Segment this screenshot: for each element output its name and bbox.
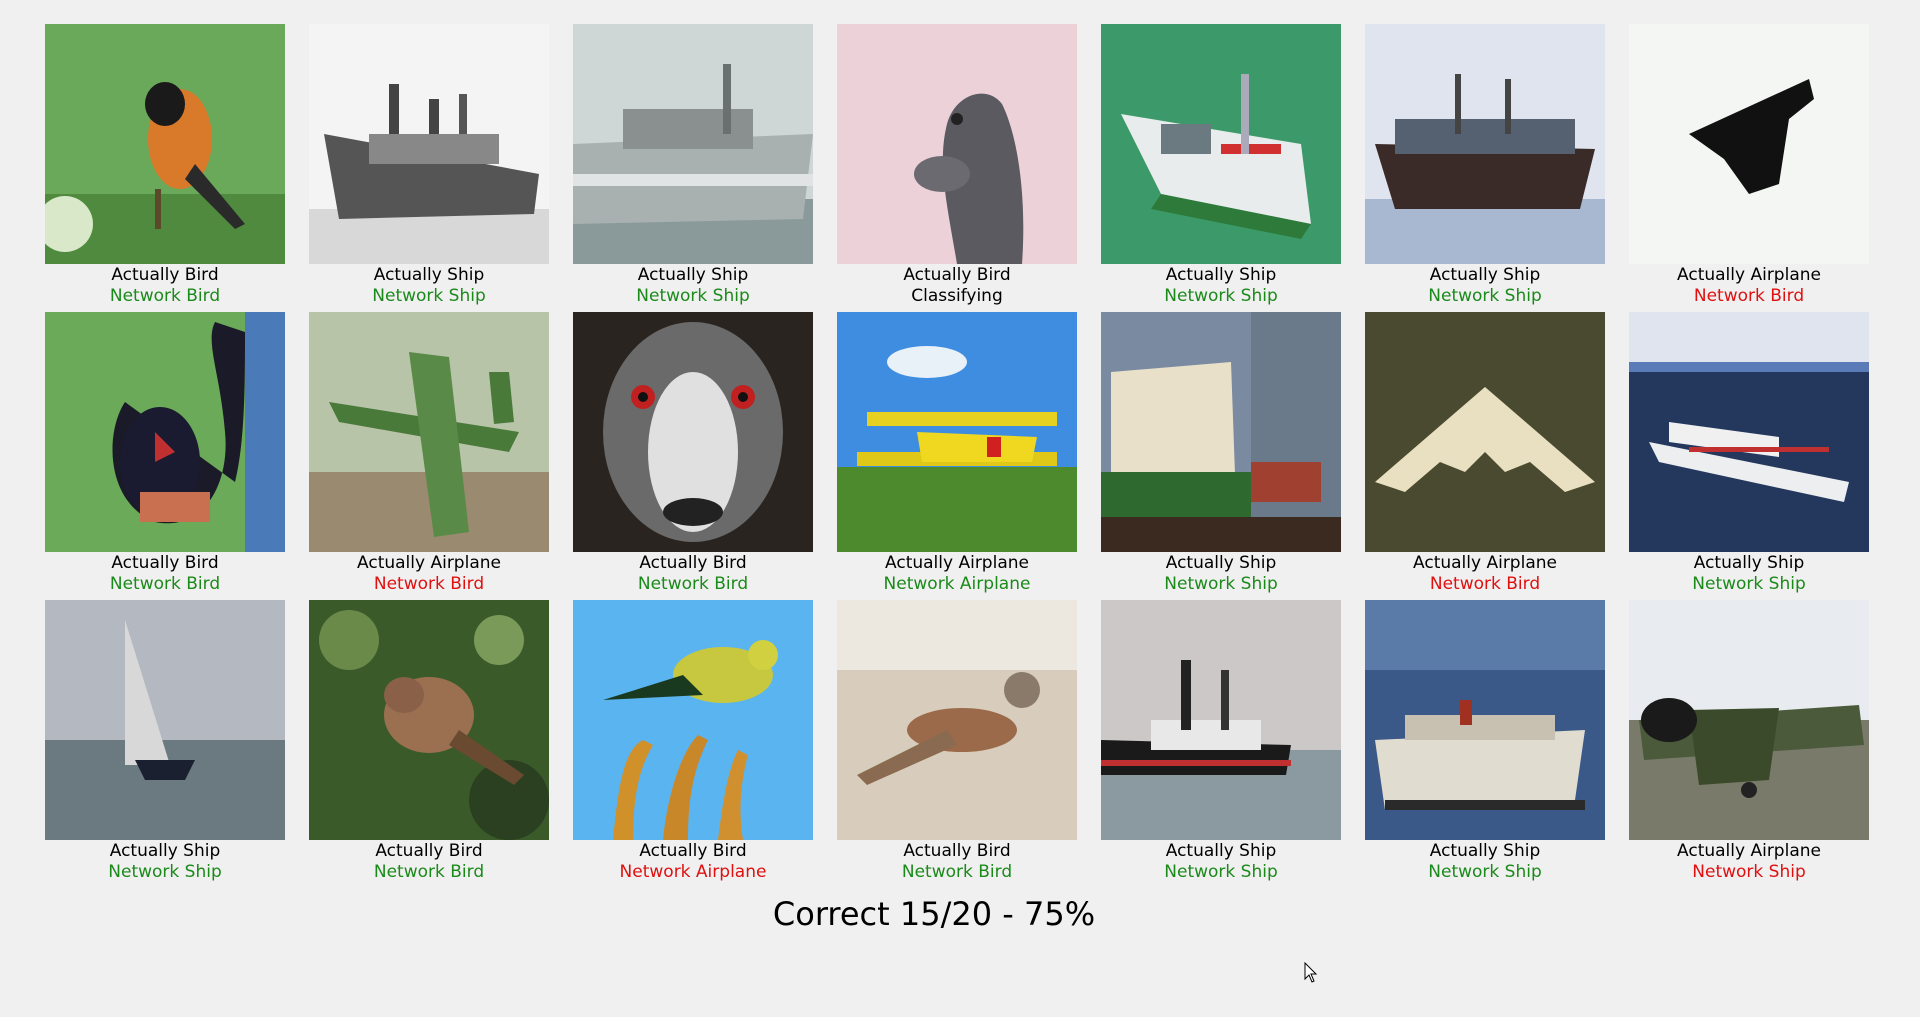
- actual-label: Actually Ship: [1429, 265, 1541, 285]
- actual-label: Actually Airplane: [1413, 553, 1557, 573]
- actual-label: Actually Bird: [903, 841, 1011, 861]
- network-prediction-label: Network Ship: [636, 286, 750, 306]
- result-card: Actually Bird Classifying: [837, 24, 1077, 312]
- actual-label: Actually Airplane: [357, 553, 501, 573]
- sample-image: [1365, 24, 1605, 264]
- actual-label: Actually Airplane: [885, 553, 1029, 573]
- mouse-pointer-icon: [1304, 962, 1318, 983]
- network-prediction-label: Network Ship: [1164, 862, 1278, 882]
- sample-image: [1629, 24, 1869, 264]
- sample-image: [1365, 600, 1605, 840]
- sample-image: [837, 24, 1077, 264]
- network-prediction-label: Network Ship: [1692, 862, 1806, 882]
- network-prediction-label: Network Bird: [901, 862, 1013, 882]
- network-prediction-label: Network Bird: [373, 574, 485, 594]
- sample-image: [45, 312, 285, 552]
- sample-image: [573, 24, 813, 264]
- network-prediction-label: Network Ship: [1428, 286, 1542, 306]
- result-card: Actually Ship Network Ship: [45, 600, 285, 888]
- results-grid: Actually Bird Network Bird Actually Ship N…: [45, 24, 1869, 888]
- actual-label: Actually Ship: [1693, 553, 1805, 573]
- result-card: Actually Airplane Network Bird: [1629, 24, 1869, 312]
- actual-label: Actually Bird: [639, 841, 747, 861]
- network-prediction-label: Network Ship: [372, 286, 486, 306]
- result-card: Actually Ship Network Ship: [309, 24, 549, 312]
- network-prediction-label: Network Bird: [1693, 286, 1805, 306]
- result-card: Actually Ship Network Ship: [1101, 600, 1341, 888]
- actual-label: Actually Bird: [903, 265, 1011, 285]
- result-card: Actually Airplane Network Bird: [309, 312, 549, 600]
- network-prediction-label: Network Ship: [1164, 286, 1278, 306]
- sample-image: [309, 600, 549, 840]
- result-card: Actually Ship Network Ship: [573, 24, 813, 312]
- network-prediction-label: Network Bird: [109, 286, 221, 306]
- result-card: Actually Bird Network Bird: [309, 600, 549, 888]
- actual-label: Actually Ship: [373, 265, 485, 285]
- actual-label: Actually Ship: [1165, 553, 1277, 573]
- result-card: Actually Ship Network Ship: [1101, 312, 1341, 600]
- result-card: Actually Airplane Network Bird: [1365, 312, 1605, 600]
- network-prediction-label: Network Bird: [109, 574, 221, 594]
- network-prediction-label: Network Ship: [1692, 574, 1806, 594]
- sample-image: [573, 312, 813, 552]
- sample-image: [837, 312, 1077, 552]
- actual-label: Actually Ship: [1165, 265, 1277, 285]
- actual-label: Actually Ship: [109, 841, 221, 861]
- network-prediction-label: Network Ship: [108, 862, 222, 882]
- sample-image: [45, 600, 285, 840]
- network-prediction-label: Network Bird: [637, 574, 749, 594]
- actual-label: Actually Bird: [375, 841, 483, 861]
- network-prediction-label: Network Ship: [1164, 574, 1278, 594]
- sample-image: [1629, 600, 1869, 840]
- sample-image: [1101, 24, 1341, 264]
- result-card: Actually Airplane Network Airplane: [837, 312, 1077, 600]
- network-prediction-label: Classifying: [911, 286, 1003, 306]
- sample-image: [1629, 312, 1869, 552]
- actual-label: Actually Airplane: [1677, 841, 1821, 861]
- result-card: Actually Bird Network Bird: [45, 24, 285, 312]
- sample-image: [837, 600, 1077, 840]
- actual-label: Actually Bird: [111, 553, 219, 573]
- actual-label: Actually Bird: [111, 265, 219, 285]
- network-prediction-label: Network Airplane: [619, 862, 767, 882]
- result-card: Actually Bird Network Bird: [45, 312, 285, 600]
- network-prediction-label: Network Bird: [1429, 574, 1541, 594]
- actual-label: Actually Ship: [637, 265, 749, 285]
- sample-image: [573, 600, 813, 840]
- network-prediction-label: Network Ship: [1428, 862, 1542, 882]
- network-prediction-label: Network Airplane: [883, 574, 1031, 594]
- result-card: Actually Ship Network Ship: [1101, 24, 1341, 312]
- result-card: Actually Bird Network Airplane: [573, 600, 813, 888]
- sample-image: [309, 312, 549, 552]
- result-card: Actually Ship Network Ship: [1365, 600, 1605, 888]
- sample-image: [1101, 600, 1341, 840]
- result-card: Actually Airplane Network Ship: [1629, 600, 1869, 888]
- actual-label: Actually Ship: [1165, 841, 1277, 861]
- actual-label: Actually Airplane: [1677, 265, 1821, 285]
- sample-image: [1365, 312, 1605, 552]
- sample-image: [309, 24, 549, 264]
- actual-label: Actually Bird: [639, 553, 747, 573]
- sample-image: [45, 24, 285, 264]
- network-prediction-label: Network Bird: [373, 862, 485, 882]
- result-card: Actually Ship Network Ship: [1629, 312, 1869, 600]
- actual-label: Actually Ship: [1429, 841, 1541, 861]
- result-card: Actually Bird Network Bird: [573, 312, 813, 600]
- score-summary: Correct 15/20 - 75%: [772, 895, 1096, 933]
- sample-image: [1101, 312, 1341, 552]
- result-card: Actually Bird Network Bird: [837, 600, 1077, 888]
- result-card: Actually Ship Network Ship: [1365, 24, 1605, 312]
